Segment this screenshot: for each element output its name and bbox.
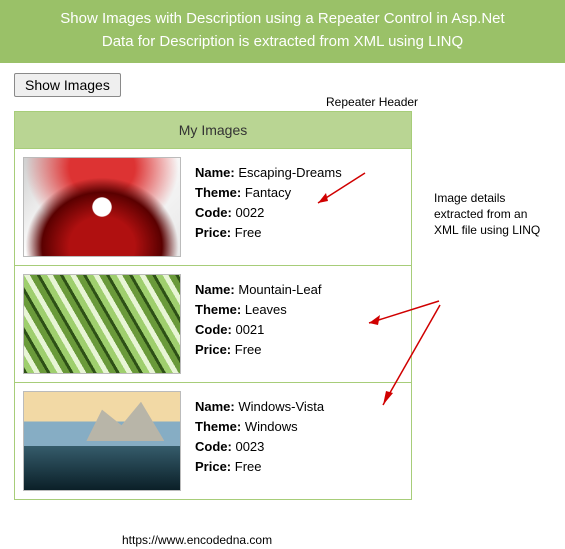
content-area: Show Images My Images Name: Escaping-Dre… (0, 63, 565, 500)
label-code: Code: (195, 322, 232, 337)
annotation-details: Image details extracted from an XML file… (434, 190, 554, 239)
label-name: Name: (195, 282, 235, 297)
value-theme: Windows (245, 419, 298, 434)
repeater-row: Name: Mountain-Leaf Theme: Leaves Code: … (15, 266, 411, 383)
label-price: Price: (195, 459, 231, 474)
label-theme: Theme: (195, 185, 241, 200)
value-price: Free (235, 459, 262, 474)
value-code: 0021 (235, 322, 264, 337)
label-price: Price: (195, 225, 231, 240)
repeater-control: My Images Name: Escaping-Dreams Theme: F… (14, 111, 412, 500)
label-theme: Theme: (195, 419, 241, 434)
row-details: Name: Mountain-Leaf Theme: Leaves Code: … (195, 274, 322, 361)
value-code: 0022 (235, 205, 264, 220)
repeater-row: Name: Windows-Vista Theme: Windows Code:… (15, 383, 411, 499)
value-name: Mountain-Leaf (238, 282, 321, 297)
value-theme: Fantacy (245, 185, 291, 200)
label-theme: Theme: (195, 302, 241, 317)
value-theme: Leaves (245, 302, 287, 317)
value-name: Escaping-Dreams (238, 165, 341, 180)
show-images-button[interactable]: Show Images (14, 73, 121, 97)
label-code: Code: (195, 439, 232, 454)
row-details: Name: Windows-Vista Theme: Windows Code:… (195, 391, 324, 478)
label-code: Code: (195, 205, 232, 220)
page-banner: Show Images with Description using a Rep… (0, 0, 565, 63)
thumbnail-image (23, 391, 181, 491)
value-price: Free (235, 342, 262, 357)
label-price: Price: (195, 342, 231, 357)
thumbnail-image (23, 274, 181, 374)
repeater-row: Name: Escaping-Dreams Theme: Fantacy Cod… (15, 149, 411, 266)
label-name: Name: (195, 399, 235, 414)
banner-line-2: Data for Description is extracted from X… (10, 31, 555, 54)
annotation-header: Repeater Header (326, 94, 418, 110)
repeater-header: My Images (15, 112, 411, 149)
row-details: Name: Escaping-Dreams Theme: Fantacy Cod… (195, 157, 342, 244)
label-name: Name: (195, 165, 235, 180)
value-price: Free (235, 225, 262, 240)
thumbnail-image (23, 157, 181, 257)
footer-url: https://www.encodedna.com (122, 533, 272, 547)
banner-line-1: Show Images with Description using a Rep… (10, 8, 555, 31)
show-images-label: Show Images (25, 77, 110, 93)
value-code: 0023 (235, 439, 264, 454)
value-name: Windows-Vista (238, 399, 324, 414)
